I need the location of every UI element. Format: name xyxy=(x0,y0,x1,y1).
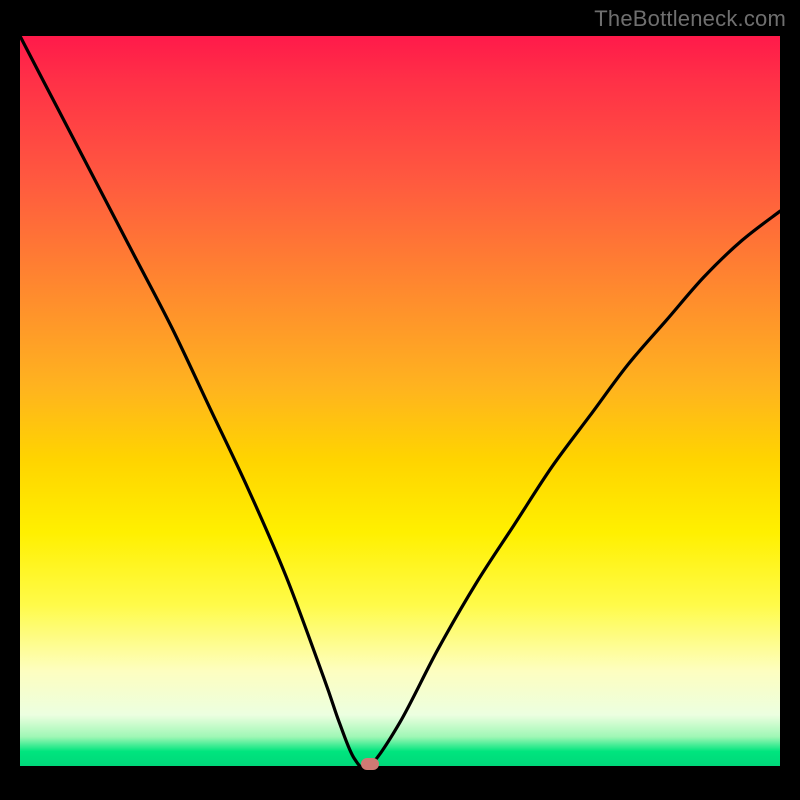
balance-marker xyxy=(361,758,379,770)
watermark-text: TheBottleneck.com xyxy=(594,6,786,32)
plot-area xyxy=(20,36,780,780)
bottleneck-curve xyxy=(20,36,780,768)
chart-frame: TheBottleneck.com xyxy=(0,0,800,800)
curve-svg xyxy=(20,36,780,780)
